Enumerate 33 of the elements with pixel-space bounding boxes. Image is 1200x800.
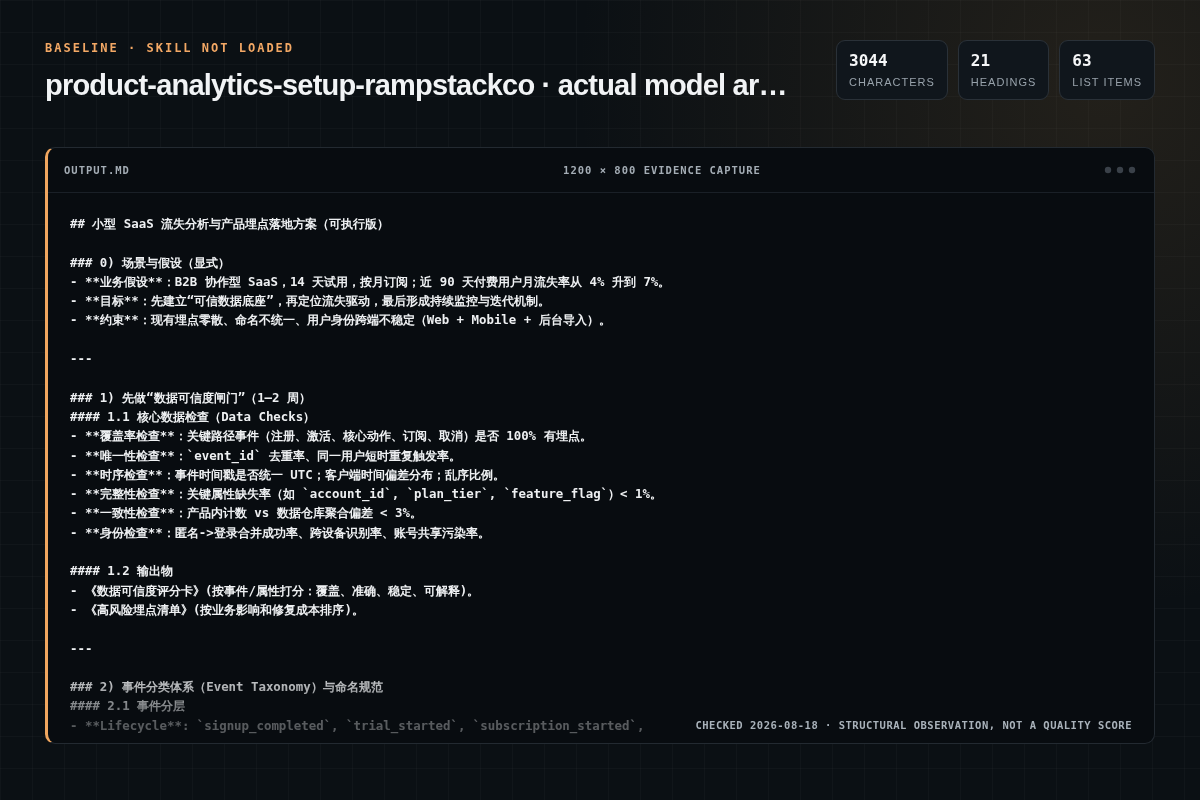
code-line: - **业务假设**：B2B 协作型 SaaS，14 天试用，按月订阅；近 90 天付费用户月流失率从 4% 升到 7%。 bbox=[70, 272, 671, 291]
code-line: - **时序检查**：事件时间戳是否统一 UTC；客户端时间偏差分布；乱序比例。 bbox=[70, 465, 505, 484]
code-line: - **一致性检查**：产品内计数 vs 数据仓库聚合偏差 < 3%。 bbox=[70, 504, 422, 523]
code-line: ### 2) 事件分类体系（Event Taxonomy）与命名规范 bbox=[70, 678, 383, 697]
dots-icon bbox=[1104, 166, 1136, 174]
stat-label: CHARACTERS bbox=[849, 76, 935, 88]
code-line: ## 小型 SaaS 流失分析与产品埋点落地方案（可执行版） bbox=[70, 215, 390, 233]
status-label: BASELINE · SKILL NOT LOADED bbox=[45, 41, 296, 55]
code-line: - 《高风险埋点清单》(按业务影响和修复成本排序)。 bbox=[70, 600, 364, 619]
footnote: CHECKED 2026-08-18 · STRUCTURAL OBSERVATION, NOT A QUALITY SCORE bbox=[695, 719, 1132, 731]
capture-caption: 1200 × 800 EVIDENCE CAPTURE bbox=[563, 164, 761, 176]
code-line: --- bbox=[70, 350, 93, 369]
stat-value: 21 bbox=[970, 51, 992, 70]
code-line: - 《数据可信度评分卡》(按事件/属性打分：覆盖、准确、稳定、可解释)。 bbox=[70, 581, 480, 600]
code-line: - **身份检查**：匿名->登录合并成功率、跨设备识别率、账号共享污染率。 bbox=[70, 523, 490, 542]
page-title: product-analytics-setup-rampstackco · actual model ar… bbox=[45, 69, 787, 102]
stat-label: LIST ITEMS bbox=[1072, 76, 1142, 88]
code-line: --- bbox=[70, 639, 93, 658]
code-line: - **唯一性检查**：`event_id` 去重率、同一用户短时重复触发率。 bbox=[70, 446, 461, 465]
code-line: - **目标**：先建立“可信数据底座”，再定位流失驱动，最后形成持续监控与迭代机制。 bbox=[70, 292, 550, 311]
code-line: - **Lifecycle**: `signup_completed`, `trial_started`, `subscription_started`, bbox=[70, 716, 645, 735]
code-line: - **覆盖率检查**：关键路径事件（注册、激活、核心动作、订阅、取消）是否 100% 有埋点。 bbox=[70, 427, 592, 446]
stat-value: 3044 bbox=[849, 51, 889, 70]
code-line: ### 1) 先做“数据可信度闸门”（1–2 周） bbox=[70, 388, 311, 407]
code-line: #### 1.1 核心数据检查（Data Checks） bbox=[70, 407, 316, 426]
code-line: - **约束**：现有埋点零散、命名不统一、用户身份跨端不稳定（Web + Mobile + 后台导入）。 bbox=[70, 311, 611, 330]
code-line: ### 0) 场景与假设（显式） bbox=[70, 253, 231, 272]
code-line: - **完整性检查**：关键属性缺失率（如 `account_id`, `plan_tier`, `feature_flag`）< 1%。 bbox=[70, 485, 662, 504]
stat-label: HEADINGS bbox=[970, 76, 1037, 88]
file-name: OUTPUT.MD bbox=[64, 164, 130, 176]
code-line: #### 1.2 输出物 bbox=[70, 562, 174, 581]
code-line: #### 2.1 事件分层 bbox=[70, 697, 186, 716]
stat-value: 63 bbox=[1072, 51, 1093, 70]
